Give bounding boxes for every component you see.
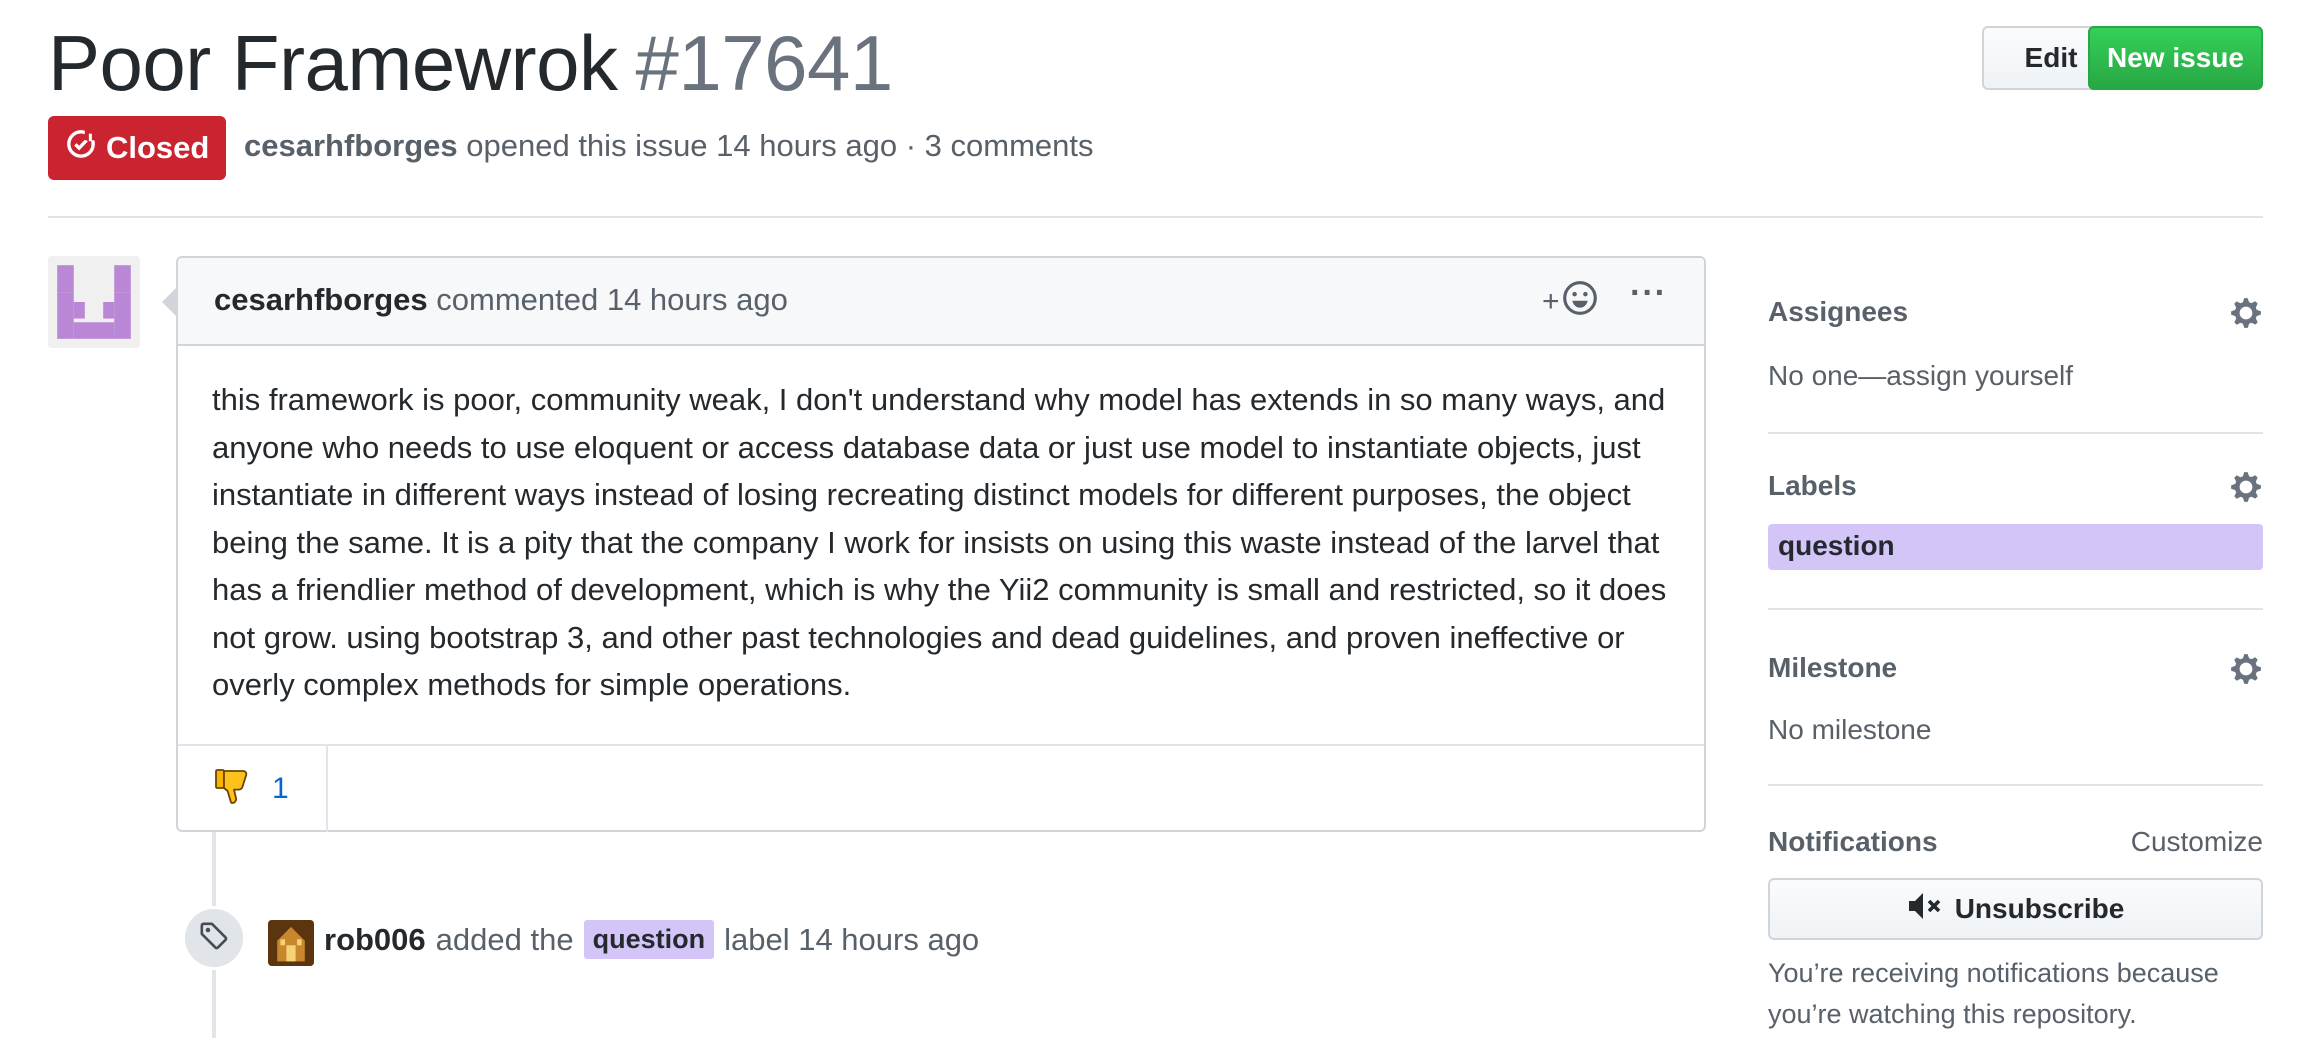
tag-icon <box>199 921 229 956</box>
issue-title: Poor Framewrok #17641 <box>48 18 893 109</box>
customize-link[interactable]: Customize <box>2131 826 2263 858</box>
issue-number: #17641 <box>635 19 893 107</box>
comment-time[interactable]: commented 14 hours ago <box>436 282 788 317</box>
comment-meta: cesarhfborges commented 14 hours ago <box>214 282 788 318</box>
issue-author-link[interactable]: cesarhfborges <box>244 128 458 163</box>
reaction-thumbs-down[interactable]: 1 <box>178 746 328 832</box>
sidebar-labels: Labels <box>1768 470 2263 510</box>
thumbs-down-icon <box>214 767 254 812</box>
comment-author-link[interactable]: cesarhfborges <box>214 282 428 317</box>
notifications-heading: Notifications <box>1768 826 1938 857</box>
status-badge-label: Closed <box>106 130 210 165</box>
unsubscribe-button[interactable]: Unsubscribe <box>1768 878 2263 940</box>
assignees-value[interactable]: No one—assign yourself <box>1768 360 2263 392</box>
sidebar-divider <box>1768 432 2263 434</box>
labels-heading[interactable]: Labels <box>1768 470 1857 501</box>
header-divider <box>48 216 2263 218</box>
unsubscribe-label: Unsubscribe <box>1954 893 2125 924</box>
status-badge: Closed <box>48 116 226 180</box>
add-reaction-button[interactable]: + <box>1542 280 1598 324</box>
issue-closed-icon <box>66 129 96 167</box>
avatar[interactable] <box>48 256 140 348</box>
reaction-count: 1 <box>272 772 289 805</box>
sidebar-divider <box>1768 784 2263 786</box>
comment-body: this framework is poor, community weak, … <box>212 382 1667 702</box>
comment-header: cesarhfborges commented 14 hours ago + ·… <box>178 258 1704 346</box>
more-options-button[interactable]: ··· <box>1630 274 1667 313</box>
event-badge <box>182 906 246 970</box>
event-text-after: label 14 hours ago <box>724 921 980 957</box>
avatar[interactable] <box>268 920 314 966</box>
notification-reason: You’re receiving notifications because y… <box>1768 958 2219 1029</box>
assignees-heading[interactable]: Assignees <box>1768 296 1908 327</box>
label-question[interactable]: question <box>583 920 715 959</box>
sidebar-label-question[interactable]: question <box>1768 524 2263 570</box>
gear-icon[interactable] <box>2229 296 2263 335</box>
comment-arrow <box>162 288 176 316</box>
issue-title-text: Poor Framewrok <box>48 19 618 107</box>
comment-box: cesarhfborges commented 14 hours ago + ·… <box>176 256 1706 832</box>
milestone-value: No milestone <box>1768 714 1932 745</box>
milestone-heading[interactable]: Milestone <box>1768 652 1897 683</box>
new-issue-button[interactable]: New issue <box>2088 26 2263 90</box>
issue-meta: cesarhfborges opened this issue 14 hours… <box>244 128 1094 164</box>
event-actor-link[interactable]: rob006 <box>324 922 426 958</box>
timeline-event: rob006 added the question label 14 hours… <box>324 920 979 959</box>
gear-icon[interactable] <box>2229 652 2263 691</box>
comment-reactions: 1 <box>178 744 1704 832</box>
sidebar-divider <box>1768 608 2263 610</box>
issue-meta-text: opened this issue 14 hours ago · 3 comme… <box>466 128 1094 163</box>
smiley-icon <box>1562 280 1598 324</box>
event-text-before: added the <box>435 921 574 957</box>
sidebar-assignees: Assignees <box>1768 296 2263 336</box>
gear-icon[interactable] <box>2229 470 2263 509</box>
mute-icon <box>1907 891 1943 928</box>
add-reaction-plus: + <box>1542 285 1560 318</box>
sidebar-milestone: Milestone <box>1768 652 2263 692</box>
